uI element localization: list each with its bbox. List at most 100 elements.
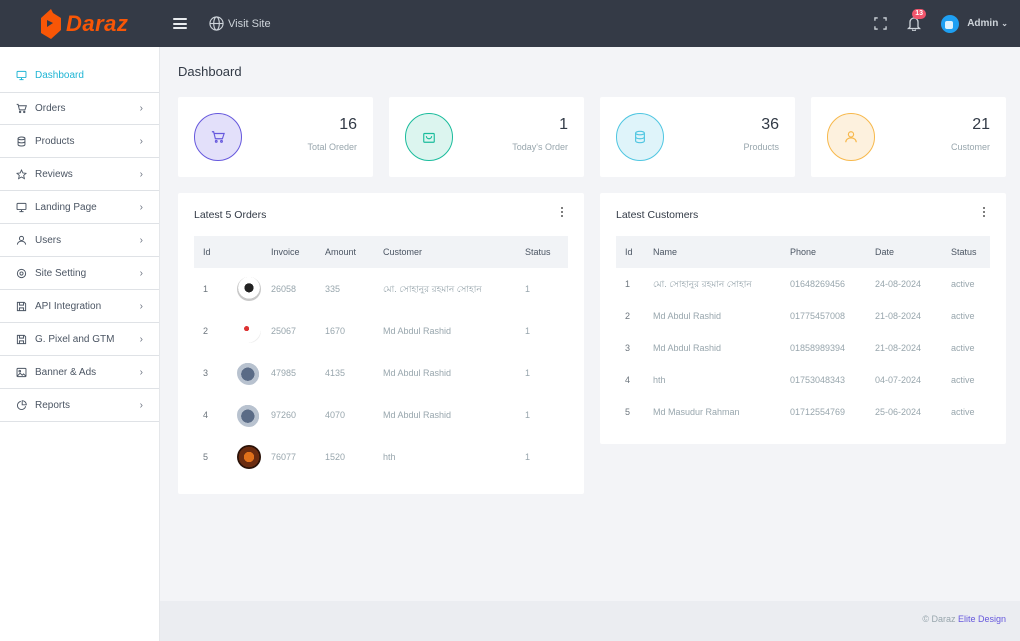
user-menu[interactable]: Admin ⌄: [941, 14, 1008, 33]
visit-site-link[interactable]: Visit Site: [209, 16, 271, 31]
stat-card-products[interactable]: 36 Products: [600, 97, 795, 177]
customer-name: Md Abdul Rashid: [653, 343, 722, 353]
sidebar-item-label: Products: [35, 135, 75, 147]
status: 1: [525, 410, 531, 420]
order-id: 2: [203, 326, 209, 336]
stat-card-total-order[interactable]: 16 Total Oreder: [178, 97, 373, 177]
stat-icon-circle: [827, 113, 875, 161]
main-content: Dashboard 16 Total Oreder 1 Today's Orde…: [160, 47, 1020, 601]
product-image: [237, 277, 261, 301]
sidebar-item-orders[interactable]: Orders ›: [0, 92, 159, 125]
brand-logo[interactable]: Daraz: [0, 0, 160, 47]
table-row[interactable]: 2 25067 1670 Md Abdul Rashid 1: [194, 310, 568, 352]
sidebar-item-reviews[interactable]: Reviews ›: [0, 158, 159, 191]
sidebar-item-label: Reviews: [35, 168, 73, 180]
table-row[interactable]: 1 26058 335 মো. সোহানুর রহমান সোহান 1: [194, 268, 568, 310]
notification-count-badge: 13: [912, 9, 926, 19]
stat-icon-circle: [194, 113, 242, 161]
invoice: 97260: [271, 410, 297, 420]
product-image: [237, 403, 261, 427]
invoice: 26058: [271, 284, 297, 294]
sidebar-item-g-pixel-and-gtm[interactable]: G. Pixel and GTM ›: [0, 323, 159, 356]
sidebar-item-dashboard[interactable]: Dashboard: [0, 47, 159, 92]
footer-link[interactable]: Elite Design: [958, 614, 1006, 624]
table-row[interactable]: 3 Md Abdul Rashid 01858989394 21-08-2024 act…: [616, 332, 990, 364]
table-row[interactable]: 2 Md Abdul Rashid 01775457008 21-08-2024 act…: [616, 300, 990, 332]
stat-value: 1: [559, 116, 568, 133]
user-icon: [15, 234, 27, 246]
product-image: [237, 319, 261, 343]
status: active: [951, 311, 975, 321]
sidebar-item-landing-page[interactable]: Landing Page ›: [0, 191, 159, 224]
card-title: Latest Customers: [616, 209, 699, 221]
phone: 01648269456: [790, 279, 846, 289]
table-row[interactable]: 4 hth 01753048343 04-07-2024 active: [616, 364, 990, 396]
shopping-bag-icon: [423, 132, 435, 143]
customer-name: Md Masudur Rahman: [653, 407, 740, 417]
stat-card-customer[interactable]: 21 Customer: [811, 97, 1006, 177]
image-icon: [15, 366, 27, 378]
fullscreen-icon[interactable]: [874, 17, 887, 30]
stat-label: Products: [743, 142, 779, 152]
col-header: [228, 236, 262, 268]
col-header: Customer: [383, 247, 423, 257]
product-thumbnail: [228, 268, 262, 310]
customer-id: 1: [625, 279, 631, 289]
product-thumbnail: [228, 310, 262, 352]
table-row[interactable]: 1 মো. সোহানুর রহমান সোহান 01648269456 24-08…: [616, 268, 990, 300]
chevron-right-icon: ›: [139, 168, 143, 180]
stat-icon-circle: [616, 113, 664, 161]
customer-name: Md Abdul Rashid: [383, 326, 452, 336]
status: active: [951, 343, 975, 353]
date: 04-07-2024: [875, 375, 922, 385]
chevron-right-icon: ›: [139, 103, 143, 114]
table-row[interactable]: 5 76077 1520 hth 1: [194, 436, 568, 478]
notification-bell-icon[interactable]: 13: [907, 9, 926, 31]
customer-name: মো. সোহানুর রহমান সোহান: [653, 278, 752, 289]
customer-id: 4: [625, 375, 631, 385]
date: 21-08-2024: [875, 311, 922, 321]
sidebar-item-label: Dashboard: [35, 70, 84, 81]
page-title: Dashboard: [178, 64, 242, 79]
stat-label: Today's Order: [512, 142, 568, 152]
col-header: Phone: [790, 247, 817, 257]
more-options-icon[interactable]: [560, 207, 564, 219]
save-icon: [15, 333, 27, 345]
stat-icon-circle: [405, 113, 453, 161]
status: active: [951, 279, 975, 289]
amount: 335: [325, 284, 341, 294]
menu-toggle-icon[interactable]: [173, 18, 187, 29]
col-header: Invoice: [271, 247, 300, 257]
more-options-icon[interactable]: [982, 207, 986, 219]
stat-card-todays-order[interactable]: 1 Today's Order: [389, 97, 584, 177]
sidebar-item-site-setting[interactable]: Site Setting ›: [0, 257, 159, 290]
visit-site-label: Visit Site: [228, 17, 271, 30]
date: 24-08-2024: [875, 279, 922, 289]
database-icon: [15, 135, 27, 147]
table-row[interactable]: 3 47985 4135 Md Abdul Rashid 1: [194, 352, 568, 394]
customers-table: Id Name Phone Date Status 1 মো. সোহানুর র…: [616, 236, 990, 428]
pie-chart-icon: [15, 399, 27, 411]
status: 1: [525, 368, 531, 378]
product-thumbnail: [228, 352, 262, 394]
sidebar-item-api-integration[interactable]: API Integration ›: [0, 290, 159, 323]
sidebar-item-reports[interactable]: Reports ›: [0, 389, 159, 422]
phone: 01775457008: [790, 311, 846, 321]
phone: 01712554769: [790, 407, 846, 417]
user-name: Admin: [967, 18, 999, 29]
brand-name: Daraz: [66, 10, 129, 36]
chevron-right-icon: ›: [139, 135, 143, 147]
chevron-right-icon: ›: [139, 333, 143, 345]
table-row[interactable]: 5 Md Masudur Rahman 01712554769 25-06-2024 a…: [616, 396, 990, 428]
sidebar-item-label: API Integration: [35, 300, 102, 312]
sidebar-item-products[interactable]: Products ›: [0, 125, 159, 158]
card-title: Latest 5 Orders: [194, 209, 267, 221]
chevron-down-icon: ⌄: [1001, 19, 1008, 28]
invoice: 47985: [271, 368, 297, 378]
daraz-logo-icon: [40, 8, 62, 40]
table-row[interactable]: 4 97260 4070 Md Abdul Rashid 1: [194, 394, 568, 436]
customer-name: Md Abdul Rashid: [653, 311, 722, 321]
sidebar-item-users[interactable]: Users ›: [0, 224, 159, 257]
sidebar-item-banner-ads[interactable]: Banner & Ads ›: [0, 356, 159, 389]
latest-orders-card: Latest 5 Orders Id Invoice Amount Custom…: [178, 193, 584, 494]
